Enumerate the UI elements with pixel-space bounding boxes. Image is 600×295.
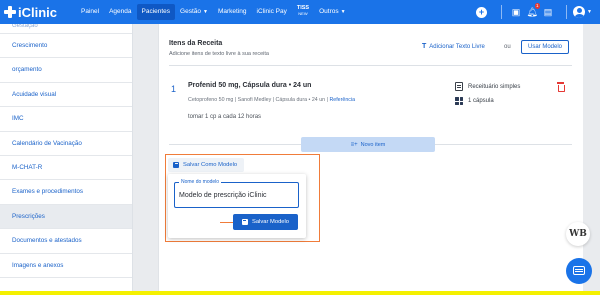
quantity[interactable]: 1 cápsula: [455, 97, 494, 105]
brand-logo[interactable]: iClinic: [4, 5, 70, 20]
add-item-icon: ≡+: [350, 141, 358, 148]
main-nav: Painel Agenda Pacientes Gestão ▼ Marketin…: [76, 0, 351, 24]
save-model-label: Salvar Modelo: [251, 219, 290, 225]
sidebar-item-exames[interactable]: Exames e procedimentos: [0, 180, 132, 205]
nav-outros[interactable]: Outros ▼: [314, 4, 350, 20]
nav-painel[interactable]: Painel: [76, 4, 104, 20]
reference-link[interactable]: Referência: [329, 97, 355, 103]
medication-details-text: Cetoprofeno 50 mg | Sanofi Medley | Cáps…: [188, 97, 330, 103]
delete-icon[interactable]: [557, 82, 565, 92]
top-navbar: iClinic Painel Agenda Pacientes Gestão ▼ …: [0, 0, 600, 24]
sidebar-item-crescimento[interactable]: Crescimento: [0, 34, 132, 59]
divider: [566, 5, 568, 19]
add-icon[interactable]: +: [476, 6, 488, 18]
add-free-text-button[interactable]: T Adicionar Texto Livre: [422, 43, 485, 50]
grid-icon: [455, 97, 463, 105]
nav-agenda[interactable]: Agenda: [104, 4, 136, 20]
quantity-label: 1 cápsula: [468, 98, 494, 104]
recipe-type[interactable]: Receituário simples: [455, 82, 520, 91]
gift-icon[interactable]: ▣: [508, 7, 524, 18]
new-item-button[interactable]: ≡+ Novo item: [301, 137, 435, 152]
item-number: 1: [171, 84, 177, 94]
sidebar-item-gestacao[interactable]: Gestação: [0, 24, 132, 34]
wb-logo: WB: [566, 222, 590, 246]
or-label: ou: [504, 44, 511, 50]
sidebar-item-orcamento[interactable]: orçamento: [0, 58, 132, 83]
nav-pacientes[interactable]: Pacientes: [136, 4, 176, 20]
text-add-icon: T: [422, 43, 427, 50]
nav-marketing[interactable]: Marketing: [213, 4, 252, 20]
recipe-type-label: Receituário simples: [468, 83, 521, 90]
save-icon: [173, 162, 179, 168]
sidebar-item-imc[interactable]: IMC: [0, 107, 132, 132]
nav-gestao-label: Gestão: [180, 8, 202, 15]
save-as-model-label: Salvar Como Modelo: [183, 162, 238, 168]
new-item-label: Novo item: [360, 141, 386, 148]
nav-tiss[interactable]: TISS NEW: [292, 4, 314, 20]
chevron-down-icon: ▼: [340, 9, 346, 15]
dosage-instructions[interactable]: tomar 1 cp a cada 12 horas: [188, 114, 261, 120]
chat-support-icon[interactable]: [566, 258, 592, 284]
section-subtitle: Adicione itens de texto livre à sua rece…: [169, 51, 269, 57]
divider: [501, 5, 503, 19]
bell-icon[interactable]: 🔔︎ 1: [524, 2, 541, 18]
sidebar-item-imagens[interactable]: Imagens e anexos: [0, 254, 132, 278]
save-icon: [241, 219, 248, 225]
bottom-bar: [0, 291, 600, 295]
document-icon: [455, 82, 463, 91]
sidebar-item-prescricoes[interactable]: Prescrições: [0, 204, 132, 230]
medication-details: Cetoprofeno 50 mg | Sanofi Medley | Cáps…: [188, 97, 355, 103]
nav-gestao[interactable]: Gestão ▼: [175, 4, 213, 20]
user-avatar-icon[interactable]: [573, 6, 586, 18]
add-free-text-label: Adicionar Texto Livre: [429, 43, 485, 50]
save-as-model-button[interactable]: Salvar Como Modelo: [168, 158, 244, 172]
top-right-actions: + ▣ 🔔︎ 1 ▤ ▼: [476, 0, 600, 24]
chevron-down-icon[interactable]: ▼: [587, 9, 592, 15]
nav-outros-label: Outros: [319, 8, 339, 15]
sidebar-item-documentos[interactable]: Documentos e atestados: [0, 229, 132, 254]
brand-name: iClinic: [18, 4, 58, 20]
sidebar-item-m-chat-r[interactable]: M-CHAT-R: [0, 156, 132, 181]
cross-logo-icon: [4, 6, 16, 18]
chat-icon[interactable]: ▤: [540, 7, 556, 18]
medication-name: Profenid 50 mg, Cápsula dura • 24 un: [188, 82, 312, 89]
save-model-button[interactable]: Salvar Modelo: [233, 214, 298, 230]
patient-sidebar: Gestação Crescimento orçamento Acuidade …: [0, 24, 133, 295]
divider: [169, 65, 572, 66]
nav-tiss-new: NEW: [298, 11, 308, 17]
nav-iclinic-pay[interactable]: iClinic Pay: [252, 4, 292, 20]
model-name-input-value[interactable]: Modelo de prescrição iClinic: [179, 192, 267, 199]
sidebar-item-calendario-vacinacao[interactable]: Calendário de Vacinação: [0, 132, 132, 156]
section-title: Itens da Receita: [169, 40, 223, 47]
use-model-button[interactable]: Usar Modelo: [521, 40, 569, 54]
model-name-label: Nome do modelo: [179, 179, 222, 185]
chevron-down-icon: ▼: [203, 9, 208, 15]
model-name-field[interactable]: Nome do modelo Modelo de prescrição iCli…: [174, 179, 299, 208]
sidebar-item-acuidade-visual[interactable]: Acuidade visual: [0, 83, 132, 108]
